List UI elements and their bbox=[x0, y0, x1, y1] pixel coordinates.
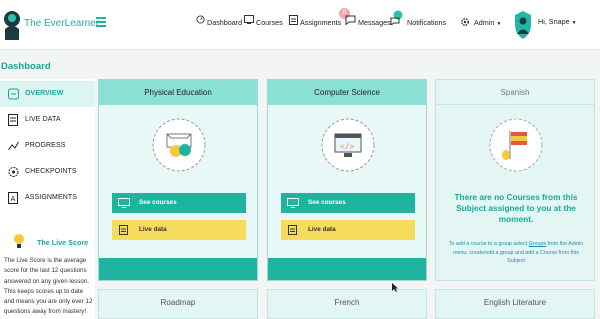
chevron-down-icon: ▼ bbox=[496, 21, 502, 27]
sidebar-item-label: LIVE DATA bbox=[25, 116, 61, 123]
top-bar: The EverLearner Dashboard Courses Assign… bbox=[0, 0, 600, 50]
gear-icon bbox=[461, 18, 469, 26]
live-score-text: The Live Score is the average score for … bbox=[4, 257, 93, 316]
empty-state-title: There are no Courses from this Subject a… bbox=[454, 192, 578, 224]
empty-state-text-part: To add a course to a group select bbox=[448, 241, 529, 247]
menu-toggle-icon[interactable] bbox=[96, 15, 106, 27]
dashboard-icon bbox=[196, 15, 205, 24]
subject-card-computer-science: Computer Science </> See courses Live da… bbox=[267, 79, 427, 281]
progress-icon bbox=[8, 141, 19, 151]
live-data-label: Live data bbox=[308, 226, 336, 233]
empty-state-text: To add a course to a group select Groups… bbox=[444, 240, 588, 266]
svg-text:A: A bbox=[11, 195, 16, 203]
subject-card-spanish: Spanish There are no Courses from this S… bbox=[435, 79, 595, 281]
subject-card-french[interactable]: French bbox=[267, 289, 427, 319]
live-data-icon bbox=[119, 225, 128, 235]
sidebar-item-checkpoints[interactable]: CHECKPOINTS bbox=[0, 159, 95, 185]
nav-courses[interactable]: Courses bbox=[256, 18, 283, 27]
notifications-icon bbox=[390, 10, 403, 25]
nav-messages[interactable]: Messages bbox=[358, 18, 391, 27]
nav-notifications[interactable]: Notifications bbox=[407, 18, 446, 27]
subject-card-physical-education: Physical Education See courses Live data bbox=[98, 79, 258, 281]
overview-icon bbox=[8, 88, 19, 100]
logo-icon[interactable] bbox=[3, 9, 21, 41]
card-footer bbox=[268, 258, 426, 280]
chevron-down-icon: ▼ bbox=[571, 20, 577, 26]
mouse-cursor-icon bbox=[392, 283, 398, 292]
sidebar-item-label: CHECKPOINTS bbox=[25, 168, 77, 175]
sidebar-item-progress[interactable]: PROGRESS bbox=[0, 133, 95, 159]
assignments-icon bbox=[289, 15, 298, 25]
live-data-icon bbox=[288, 225, 297, 235]
monitor-icon bbox=[118, 198, 130, 208]
computer-science-icon: </> bbox=[321, 118, 375, 172]
checkpoints-icon bbox=[8, 167, 19, 177]
sidebar-item-label: PROGRESS bbox=[25, 142, 66, 149]
live-data-button[interactable]: Live data bbox=[112, 220, 246, 240]
sidebar-item-label: OVERVIEW bbox=[25, 90, 64, 97]
admin-label: Admin bbox=[474, 18, 495, 27]
nav-dashboard[interactable]: Dashboard bbox=[207, 18, 242, 27]
brand-name[interactable]: The EverLearner bbox=[24, 18, 99, 29]
avatar[interactable] bbox=[513, 10, 533, 40]
sidebar-item-label: ASSIGNMENTS bbox=[25, 194, 78, 201]
messages-icon bbox=[345, 15, 356, 25]
live-data-label: Live data bbox=[139, 226, 167, 233]
sidebar-item-live-data[interactable]: LIVE DATA bbox=[0, 107, 95, 133]
courses-icon bbox=[244, 15, 254, 24]
sidebar-item-assignments[interactable]: A ASSIGNMENTS bbox=[0, 185, 95, 211]
sidebar-item-overview[interactable]: OVERVIEW bbox=[0, 81, 95, 107]
lightbulb-icon bbox=[14, 234, 24, 248]
card-title: Computer Science bbox=[268, 80, 426, 105]
groups-link[interactable]: Groups bbox=[529, 241, 546, 247]
card-footer bbox=[99, 258, 257, 280]
svg-text:</>: </> bbox=[340, 142, 355, 151]
spanish-flag-icon bbox=[489, 118, 543, 172]
live-score-title: The Live Score bbox=[37, 238, 89, 247]
see-courses-button[interactable]: See courses bbox=[112, 193, 246, 213]
admin-menu[interactable]: Admin ▼ bbox=[474, 18, 501, 27]
sidebar: OVERVIEW LIVE DATA PROGRESS CHECKPOINTS … bbox=[0, 79, 95, 319]
user-greeting: Hi, Snape bbox=[538, 17, 570, 26]
see-courses-label: See courses bbox=[139, 199, 177, 206]
physical-education-icon bbox=[152, 118, 206, 172]
subject-card-english-literature[interactable]: English Literature bbox=[435, 289, 595, 319]
see-courses-button[interactable]: See courses bbox=[281, 193, 415, 213]
assignments-icon: A bbox=[8, 192, 18, 204]
card-title: Spanish bbox=[436, 80, 594, 105]
live-data-button[interactable]: Live data bbox=[281, 220, 415, 240]
see-courses-label: See courses bbox=[308, 199, 346, 206]
nav-assignments[interactable]: Assignments bbox=[300, 18, 341, 27]
user-menu[interactable]: Hi, Snape ▼ bbox=[538, 17, 577, 26]
monitor-icon bbox=[287, 198, 299, 208]
card-title: Physical Education bbox=[99, 80, 257, 105]
subject-card-roadmap[interactable]: Roadmap bbox=[98, 289, 258, 319]
live-data-icon bbox=[8, 114, 18, 126]
page-title: Dashboard bbox=[1, 61, 51, 72]
